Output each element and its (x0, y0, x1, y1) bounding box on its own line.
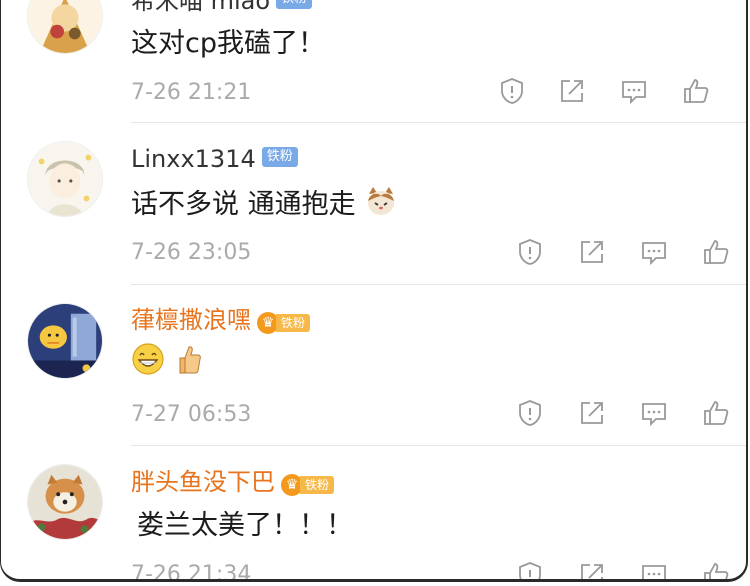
grin-emoji (131, 342, 165, 385)
comment-actions (513, 237, 743, 271)
vip-fan-badge: ♛ 铁粉 (281, 469, 335, 496)
vip-fan-badge: ♛ 铁粉 (257, 307, 311, 334)
share-icon[interactable] (577, 237, 607, 267)
like-icon[interactable] (701, 237, 731, 267)
username-text[interactable]: 葎檩撒浪嘿 (131, 306, 251, 334)
comment-text: 话不多说 通通抱走 (131, 184, 398, 227)
divider (131, 284, 746, 285)
fan-badge: 铁粉 (261, 147, 298, 167)
comment-time: 7-26 21:34 (131, 562, 252, 582)
username-text[interactable]: Linxx1314 (131, 145, 256, 173)
fan-badge: 铁粉 (276, 314, 311, 332)
comment-actions (495, 76, 725, 110)
fan-badge: 铁粉 (300, 476, 335, 494)
share-icon[interactable] (557, 76, 587, 106)
username[interactable]: 希米喵 miao 铁粉 (131, 0, 313, 16)
username-text[interactable]: 胖头鱼没下巴 (131, 468, 275, 496)
comment-text (131, 342, 204, 385)
report-icon[interactable] (515, 398, 545, 428)
like-icon[interactable] (701, 560, 731, 579)
share-icon[interactable] (577, 398, 607, 428)
avatar[interactable] (27, 303, 103, 379)
comment-text-content: 话不多说 通通抱走 (131, 189, 356, 220)
fan-badge: 铁粉 (276, 0, 313, 9)
avatar[interactable] (27, 464, 103, 540)
comment-time: 7-26 21:21 (131, 80, 252, 105)
username-text[interactable]: 希米喵 miao (131, 0, 270, 15)
comment-time: 7-26 23:05 (131, 240, 252, 265)
like-icon[interactable] (681, 76, 711, 106)
divider (131, 122, 746, 123)
comment-actions (513, 560, 743, 579)
username[interactable]: 胖头鱼没下巴 ♛ 铁粉 (131, 467, 335, 497)
reply-icon[interactable] (639, 560, 669, 579)
report-icon[interactable] (515, 237, 545, 267)
comment-time: 7-27 06:53 (131, 402, 252, 427)
avatar[interactable] (27, 0, 103, 54)
username[interactable]: 葎檩撒浪嘿 ♛ 铁粉 (131, 305, 311, 335)
comment-text: 这对cp我磕了！ (131, 28, 325, 59)
report-icon[interactable] (497, 76, 527, 106)
report-icon[interactable] (515, 560, 545, 579)
reply-icon[interactable] (639, 398, 669, 428)
cat-emoji (364, 184, 398, 227)
username[interactable]: Linxx1314 铁粉 (131, 144, 298, 174)
divider (131, 445, 746, 446)
reply-icon[interactable] (619, 76, 649, 106)
thumbs-up-emoji (174, 342, 204, 385)
comment-list: 希米喵 miao 铁粉 这对cp我磕了！ 7-26 21:21 Linxx1314… (0, 0, 748, 582)
avatar[interactable] (27, 141, 103, 217)
comment-actions (513, 398, 743, 432)
comment-text: 娄兰太美了！！！ (137, 510, 353, 541)
like-icon[interactable] (701, 398, 731, 428)
share-icon[interactable] (577, 560, 607, 579)
reply-icon[interactable] (639, 237, 669, 267)
